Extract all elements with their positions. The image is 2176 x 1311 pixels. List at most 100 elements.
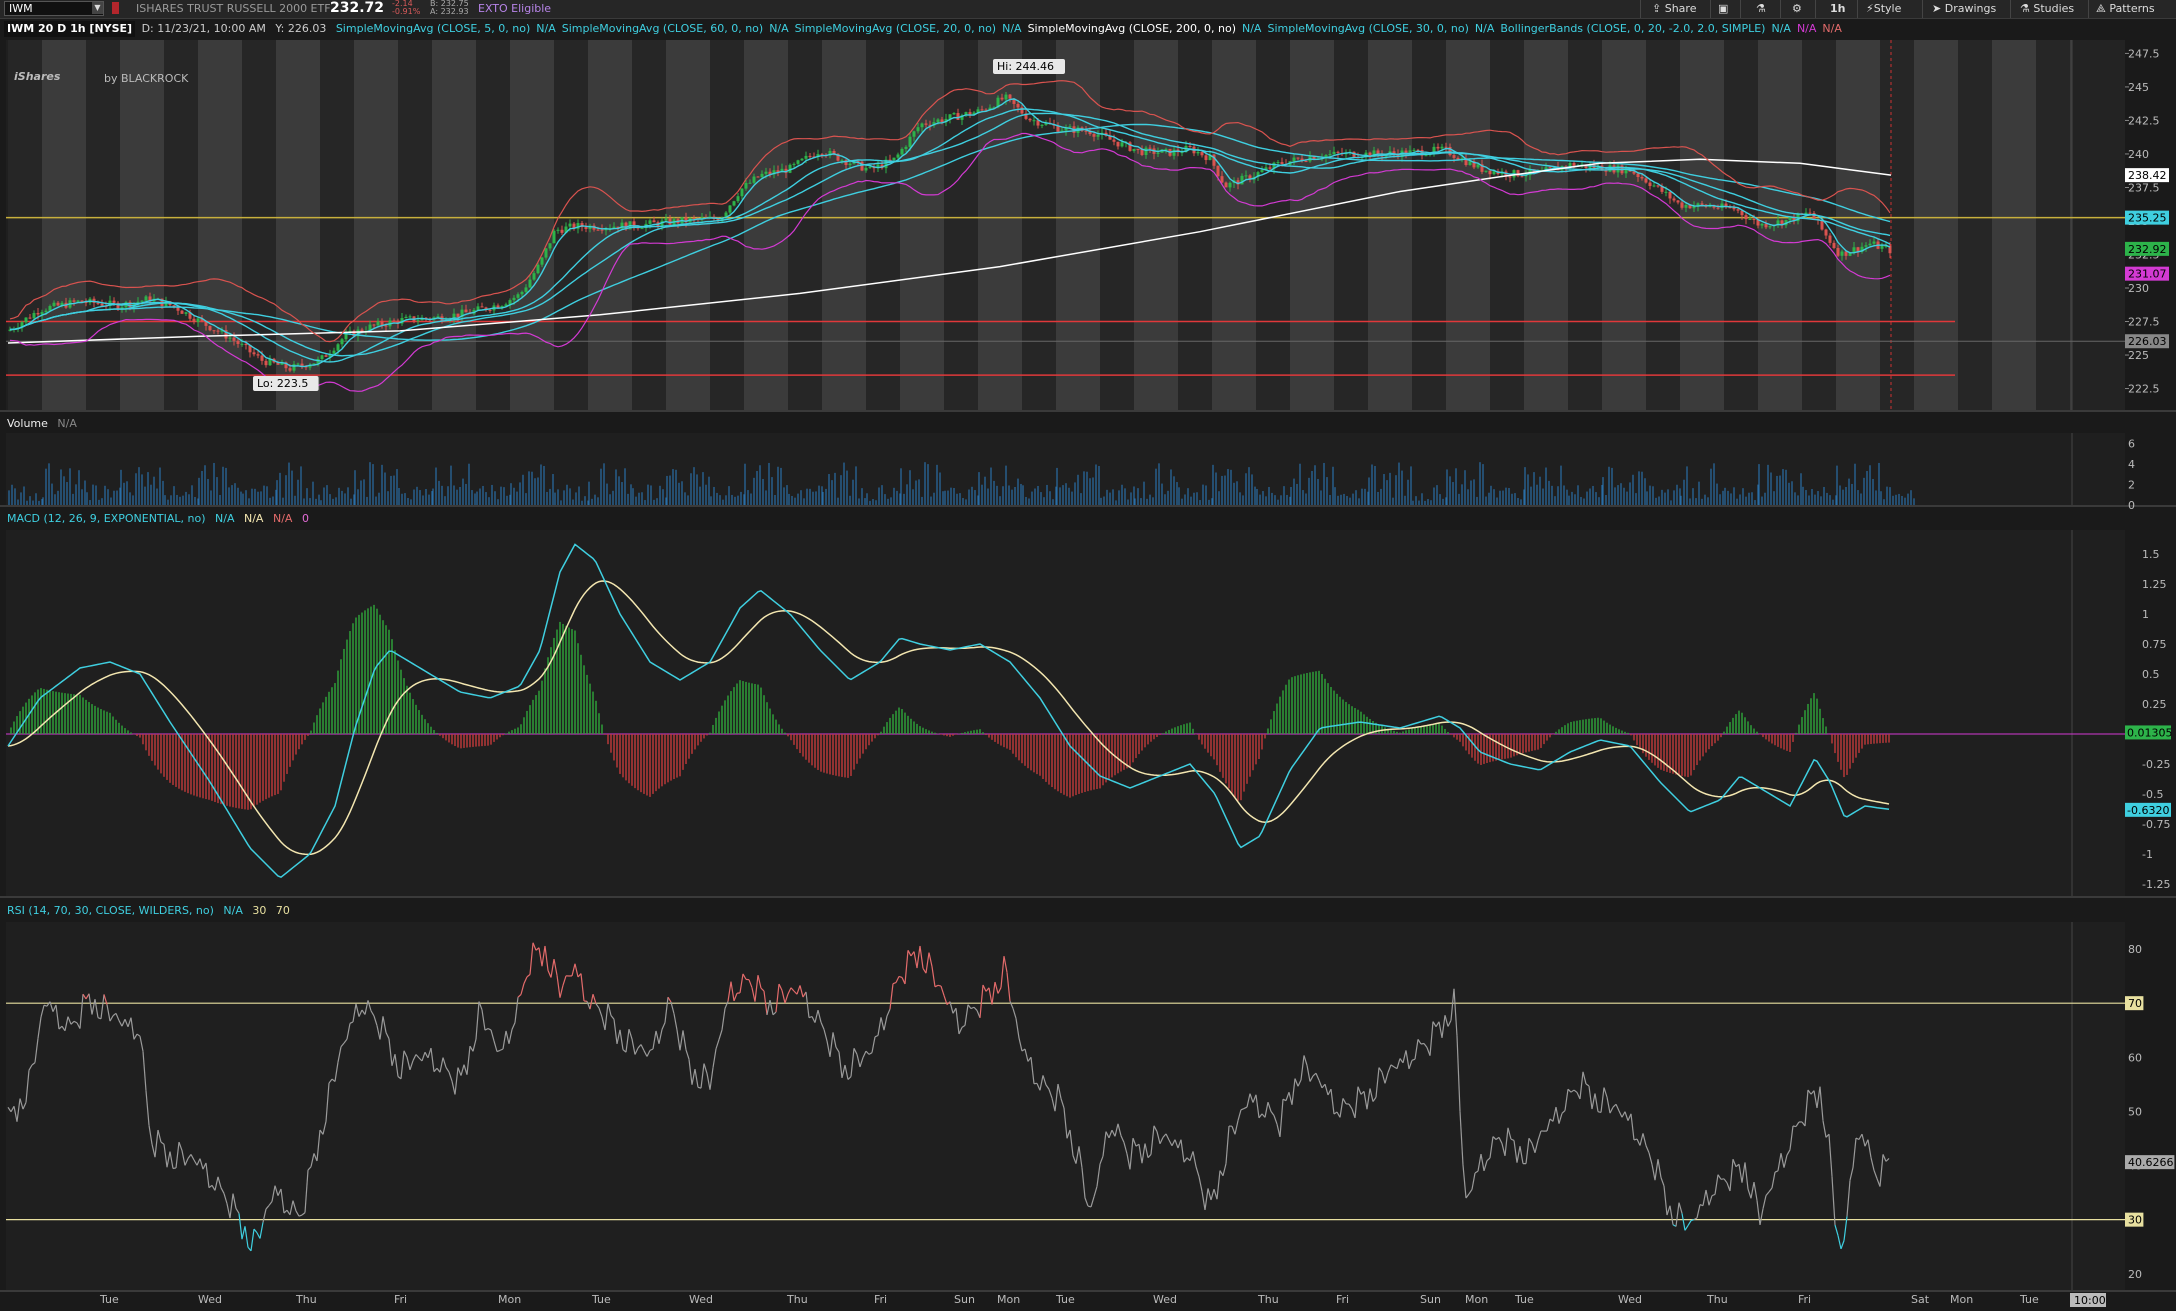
candle-body [760, 173, 764, 178]
session-band [1880, 40, 1914, 410]
session-band [120, 40, 164, 410]
rsi-legend: RSI (14, 70, 30, CLOSE, WILDERS, no) N/A… [4, 903, 293, 918]
candle-body [1832, 242, 1836, 248]
candle-body [736, 196, 740, 202]
candle-body [1112, 139, 1116, 142]
candle-body [800, 158, 804, 161]
price-flag: 235.25 [2128, 212, 2167, 225]
candle-body [1716, 207, 1720, 209]
session-band [788, 40, 822, 410]
chart-canvas[interactable]: 247.5245242.5240237.5235232.5230227.5225… [0, 0, 2176, 1311]
candle-body [536, 264, 540, 274]
candle-body [516, 294, 520, 298]
candle-body [1440, 146, 1444, 149]
candle-body [1516, 170, 1520, 177]
candle-body [936, 119, 940, 123]
candle-body [1220, 176, 1224, 183]
session-band [1992, 40, 2036, 410]
macd-tick-label: 1.25 [2142, 578, 2167, 591]
session-band [1022, 40, 1056, 410]
macd-tick-label: -1 [2142, 848, 2153, 861]
session-band [1178, 40, 1212, 410]
candle-body [1096, 134, 1100, 137]
candle-body [804, 155, 808, 159]
candle-body [652, 220, 656, 223]
candle-body [1700, 203, 1704, 205]
candle-body [548, 243, 552, 249]
candle-body [240, 343, 244, 345]
session-band [1256, 40, 1290, 410]
candle-body [76, 300, 80, 302]
candle-body [1204, 155, 1208, 161]
candle-body [36, 312, 40, 315]
candle-body [860, 161, 864, 171]
candle-body [1200, 151, 1204, 156]
macd-tick-label: 0.25 [2142, 698, 2167, 711]
candle-body [904, 146, 908, 149]
session-band [1680, 40, 1724, 410]
candle-body [192, 318, 196, 322]
x-axis-day-label: Wed [1153, 1293, 1177, 1306]
macd-diff-value: N/A [272, 512, 293, 525]
candle-body [524, 287, 528, 292]
session-band [1958, 40, 1992, 410]
candle-body [532, 273, 536, 280]
candle-body [408, 316, 412, 318]
candle-body [1680, 202, 1684, 208]
macd-tick-label: 0.75 [2142, 638, 2167, 651]
price-flag: 232.92 [2128, 243, 2167, 256]
candle-body [744, 182, 748, 189]
candle-body [728, 205, 732, 213]
candle-body [912, 131, 916, 137]
candle-body [600, 229, 604, 231]
candle-body [216, 330, 220, 332]
candle-body [196, 318, 200, 322]
rsi-tick-label: 50 [2128, 1105, 2142, 1118]
candle-body [320, 355, 324, 359]
candle-body [1276, 162, 1280, 164]
candle-body [96, 302, 100, 304]
candle-body [980, 109, 984, 111]
x-axis-day-label: Sat [1911, 1293, 1930, 1306]
candle-body [464, 309, 468, 313]
candle-body [556, 229, 560, 231]
candle-body [1488, 170, 1492, 175]
price-tick-label: 237.5 [2128, 181, 2160, 194]
candle-body [756, 176, 760, 178]
candle-body [1508, 176, 1512, 178]
candle-body [292, 364, 296, 371]
x-axis-day-label: Tue [99, 1293, 119, 1306]
high-label: Hi: 244.46 [997, 60, 1054, 73]
candle-body [1144, 147, 1148, 156]
macd-tick-label: -0.25 [2142, 758, 2170, 771]
x-axis-day-label: Thu [786, 1293, 808, 1306]
candle-body [1244, 175, 1248, 177]
macd-zero-value: 0 [301, 512, 309, 525]
candle-body [24, 317, 28, 323]
candle-body [640, 228, 644, 230]
candle-body [1604, 170, 1608, 172]
x-axis-day-label: Tue [2019, 1293, 2039, 1306]
candle-body [544, 248, 548, 258]
candle-body [180, 310, 184, 314]
price-tick-label: 240 [2128, 148, 2149, 161]
candle-body [1268, 167, 1272, 169]
volume-tick-label: 2 [2128, 478, 2135, 491]
candle-body [1644, 178, 1648, 183]
low-label: Lo: 223.5 [257, 377, 308, 390]
candle-body [1328, 154, 1332, 156]
rsi-tick-label: 20 [2128, 1268, 2142, 1281]
x-axis-day-label: Mon [1465, 1293, 1488, 1306]
candle-body [336, 344, 340, 351]
candle-body [256, 354, 260, 356]
x-axis-day-label: Mon [498, 1293, 521, 1306]
candle-body [896, 154, 900, 158]
candle-body [208, 325, 212, 331]
candle-body [748, 182, 752, 184]
candle-body [892, 157, 896, 161]
candle-body [1164, 148, 1168, 150]
session-band [2036, 40, 2070, 410]
macd-legend: MACD (12, 26, 9, EXPONENTIAL, no) N/A N/… [4, 511, 312, 526]
macd-tick-label: 1 [2142, 608, 2149, 621]
session-band [1368, 40, 1412, 410]
